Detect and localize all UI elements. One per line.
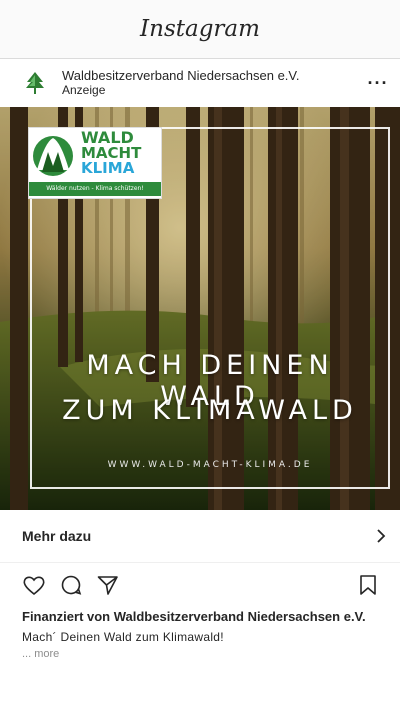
sponsor-line[interactable]: Finanziert von Waldbesitzerverband Niede… (22, 609, 400, 624)
account-name[interactable]: Waldbesitzerverband Niedersachsen e.V. (62, 68, 366, 83)
caption: Finanziert von Waldbesitzerverband Niede… (0, 609, 400, 660)
post-header: Waldbesitzerverband Niedersachsen e.V. A… (0, 59, 400, 107)
more-link[interactable]: ... more (22, 648, 400, 660)
ad-image[interactable]: WALD MACHT KLIMA Wälder nutzen - Klima s… (0, 107, 400, 510)
logo-line-3: KLIMA (81, 159, 135, 177)
comment-icon[interactable] (59, 574, 83, 596)
logo-tagline: Wälder nutzen - Klima schützen! (29, 182, 161, 196)
chevron-right-icon[interactable] (375, 529, 387, 543)
sponsored-label: Anzeige (62, 83, 106, 97)
cta-bar[interactable]: Mehr dazu (0, 510, 400, 563)
headline-line-2: ZUM KLIMAWALD (62, 395, 358, 426)
caption-text: Mach´ Deinen Wald zum Klimawald! (22, 630, 224, 644)
wald-macht-klima-logo: WALD MACHT KLIMA Wälder nutzen - Klima s… (28, 127, 162, 199)
more-dots-icon[interactable]: ··· (366, 73, 390, 94)
heart-icon[interactable] (22, 574, 46, 596)
tree-avatar-icon[interactable] (22, 70, 48, 96)
top-bar: Instagram (0, 0, 400, 59)
app-brand-logo[interactable]: Instagram (140, 16, 260, 42)
cta-label[interactable]: Mehr dazu (22, 528, 375, 544)
bookmark-icon[interactable] (359, 574, 377, 596)
share-icon[interactable] (96, 574, 120, 596)
ad-url: WWW.WALD-MACHT-KLIMA.DE (107, 460, 313, 470)
action-bar (0, 563, 400, 607)
